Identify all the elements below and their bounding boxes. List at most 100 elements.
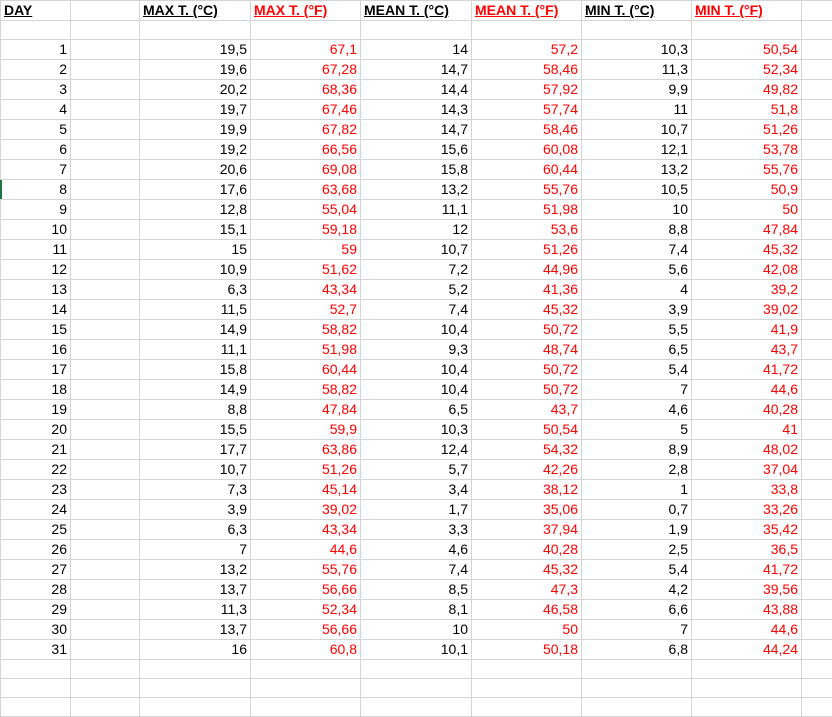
cell-mean-f[interactable]: 54,32: [472, 440, 582, 460]
cell-min-c[interactable]: 1,9: [582, 520, 692, 540]
cell-max-f[interactable]: 67,1: [251, 40, 361, 60]
cell-max-f[interactable]: 52,34: [251, 600, 361, 620]
cell-mean-c[interactable]: 3,3: [361, 520, 472, 540]
cell-min-f[interactable]: 53,78: [692, 140, 802, 160]
cell-max-f[interactable]: 60,8: [251, 640, 361, 660]
cell-max-c[interactable]: 6,3: [140, 280, 251, 300]
cell-min-c[interactable]: 7: [582, 620, 692, 640]
cell-mean-f[interactable]: 35,06: [472, 500, 582, 520]
header-max-f[interactable]: MAX T. (°F): [251, 1, 361, 21]
cell-min-c[interactable]: 9,9: [582, 80, 692, 100]
cell-min-c[interactable]: 7,4: [582, 240, 692, 260]
cell-max-f[interactable]: 45,14: [251, 480, 361, 500]
cell-max-c[interactable]: 13,7: [140, 580, 251, 600]
empty-cell[interactable]: [71, 420, 140, 440]
cell-mean-c[interactable]: 14,7: [361, 120, 472, 140]
cell-mean-f[interactable]: 50,72: [472, 320, 582, 340]
cell-mean-f[interactable]: 51,26: [472, 240, 582, 260]
empty-cell[interactable]: [802, 540, 832, 560]
cell-mean-f[interactable]: 50,72: [472, 360, 582, 380]
header-min-c[interactable]: MIN T. (°C): [582, 1, 692, 21]
cell-mean-c[interactable]: 7,4: [361, 300, 472, 320]
cell-day[interactable]: 22: [1, 460, 71, 480]
empty-cell[interactable]: [802, 280, 832, 300]
cell-mean-f[interactable]: 57,74: [472, 100, 582, 120]
cell-day[interactable]: 11: [1, 240, 71, 260]
cell-min-f[interactable]: 39,2: [692, 280, 802, 300]
cell-min-c[interactable]: 10: [582, 200, 692, 220]
cell-day[interactable]: 19: [1, 400, 71, 420]
cell-mean-f[interactable]: 53,6: [472, 220, 582, 240]
empty-cell[interactable]: [71, 500, 140, 520]
cell-day[interactable]: 5: [1, 120, 71, 140]
empty-cell[interactable]: [71, 140, 140, 160]
cell-max-c[interactable]: 14,9: [140, 380, 251, 400]
empty-cell[interactable]: [802, 160, 832, 180]
empty-cell[interactable]: [140, 679, 251, 698]
empty-cell[interactable]: [71, 698, 140, 717]
cell-min-c[interactable]: 7: [582, 380, 692, 400]
empty-cell[interactable]: [71, 240, 140, 260]
cell-min-c[interactable]: 5: [582, 420, 692, 440]
empty-cell[interactable]: [71, 40, 140, 60]
empty-cell[interactable]: [71, 21, 140, 40]
cell-max-f[interactable]: 51,98: [251, 340, 361, 360]
empty-cell[interactable]: [802, 300, 832, 320]
cell-day[interactable]: 9: [1, 200, 71, 220]
header-min-f[interactable]: MIN T. (°F): [692, 1, 802, 21]
cell-max-c[interactable]: 7,3: [140, 480, 251, 500]
cell-day[interactable]: 7: [1, 160, 71, 180]
cell-mean-c[interactable]: 10,4: [361, 380, 472, 400]
cell-min-c[interactable]: 1: [582, 480, 692, 500]
empty-cell[interactable]: [802, 21, 832, 40]
empty-cell[interactable]: [802, 40, 832, 60]
empty-cell[interactable]: [71, 360, 140, 380]
cell-day[interactable]: 24: [1, 500, 71, 520]
cell-max-f[interactable]: 66,56: [251, 140, 361, 160]
cell-min-c[interactable]: 11,3: [582, 60, 692, 80]
cell-mean-c[interactable]: 1,7: [361, 500, 472, 520]
cell-min-f[interactable]: 49,82: [692, 80, 802, 100]
cell-mean-c[interactable]: 15,8: [361, 160, 472, 180]
header-day[interactable]: DAY: [1, 1, 71, 21]
cell-mean-c[interactable]: 5,7: [361, 460, 472, 480]
cell-max-c[interactable]: 11,5: [140, 300, 251, 320]
cell-max-c[interactable]: 13,2: [140, 560, 251, 580]
empty-cell[interactable]: [71, 60, 140, 80]
cell-mean-c[interactable]: 12,4: [361, 440, 472, 460]
cell-mean-f[interactable]: 55,76: [472, 180, 582, 200]
empty-cell[interactable]: [802, 580, 832, 600]
empty-cell[interactable]: [802, 80, 832, 100]
empty-cell[interactable]: [802, 380, 832, 400]
empty-cell[interactable]: [71, 100, 140, 120]
cell-mean-f[interactable]: 45,32: [472, 560, 582, 580]
cell-mean-c[interactable]: 14,3: [361, 100, 472, 120]
cell-max-c[interactable]: 17,6: [140, 180, 251, 200]
cell-mean-c[interactable]: 10,3: [361, 420, 472, 440]
cell-mean-f[interactable]: 50,54: [472, 420, 582, 440]
empty-cell[interactable]: [71, 280, 140, 300]
cell-mean-f[interactable]: 58,46: [472, 60, 582, 80]
empty-cell[interactable]: [71, 320, 140, 340]
empty-cell[interactable]: [802, 500, 832, 520]
cell-day[interactable]: 30: [1, 620, 71, 640]
cell-max-f[interactable]: 47,84: [251, 400, 361, 420]
cell-min-f[interactable]: 44,24: [692, 640, 802, 660]
cell-mean-c[interactable]: 10: [361, 620, 472, 640]
cell-min-c[interactable]: 5,5: [582, 320, 692, 340]
empty-cell[interactable]: [582, 21, 692, 40]
cell-min-f[interactable]: 48,02: [692, 440, 802, 460]
cell-max-f[interactable]: 39,02: [251, 500, 361, 520]
cell-max-f[interactable]: 59,9: [251, 420, 361, 440]
cell-mean-f[interactable]: 41,36: [472, 280, 582, 300]
cell-min-f[interactable]: 47,84: [692, 220, 802, 240]
cell-max-c[interactable]: 6,3: [140, 520, 251, 540]
cell-max-c[interactable]: 19,5: [140, 40, 251, 60]
cell-mean-c[interactable]: 8,1: [361, 600, 472, 620]
empty-cell[interactable]: [802, 660, 832, 679]
cell-mean-f[interactable]: 44,96: [472, 260, 582, 280]
cell-min-f[interactable]: 41,72: [692, 360, 802, 380]
empty-cell[interactable]: [361, 698, 472, 717]
cell-min-f[interactable]: 50,54: [692, 40, 802, 60]
empty-cell[interactable]: [802, 140, 832, 160]
